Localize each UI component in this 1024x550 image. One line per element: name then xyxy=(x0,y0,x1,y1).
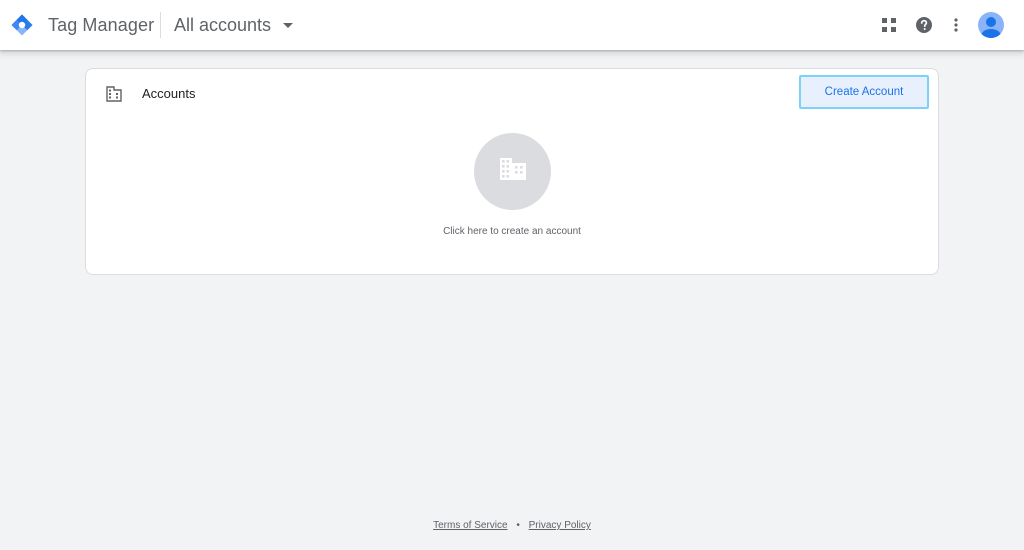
terms-of-service-link[interactable]: Terms of Service xyxy=(433,520,507,531)
building-icon xyxy=(106,86,122,102)
footer-separator: • xyxy=(516,520,520,531)
building-placeholder-icon xyxy=(499,157,527,186)
create-account-button[interactable]: Create Account xyxy=(799,75,929,109)
header-divider xyxy=(160,12,161,38)
accounts-card: Accounts Create Account Click here to cr… xyxy=(85,68,939,275)
account-avatar-icon[interactable] xyxy=(977,11,1005,39)
more-vert-icon[interactable] xyxy=(942,11,970,39)
dropdown-caret-icon xyxy=(283,23,293,28)
help-icon[interactable] xyxy=(910,11,938,39)
accounts-title: Accounts xyxy=(142,86,196,101)
account-selector-label: All accounts xyxy=(174,15,272,35)
apps-grid-icon[interactable] xyxy=(875,11,903,39)
top-app-bar: Tag Manager All accounts xyxy=(0,0,1024,50)
app-title: Tag Manager xyxy=(48,15,155,35)
privacy-policy-link[interactable]: Privacy Policy xyxy=(529,520,591,531)
create-account-placeholder[interactable] xyxy=(474,133,551,210)
footer: Terms of Service • Privacy Policy xyxy=(0,519,1024,533)
empty-state-text[interactable]: Click here to create an account xyxy=(86,226,938,238)
account-selector[interactable]: All accounts xyxy=(166,8,300,42)
tag-manager-logo-icon[interactable] xyxy=(10,13,34,37)
